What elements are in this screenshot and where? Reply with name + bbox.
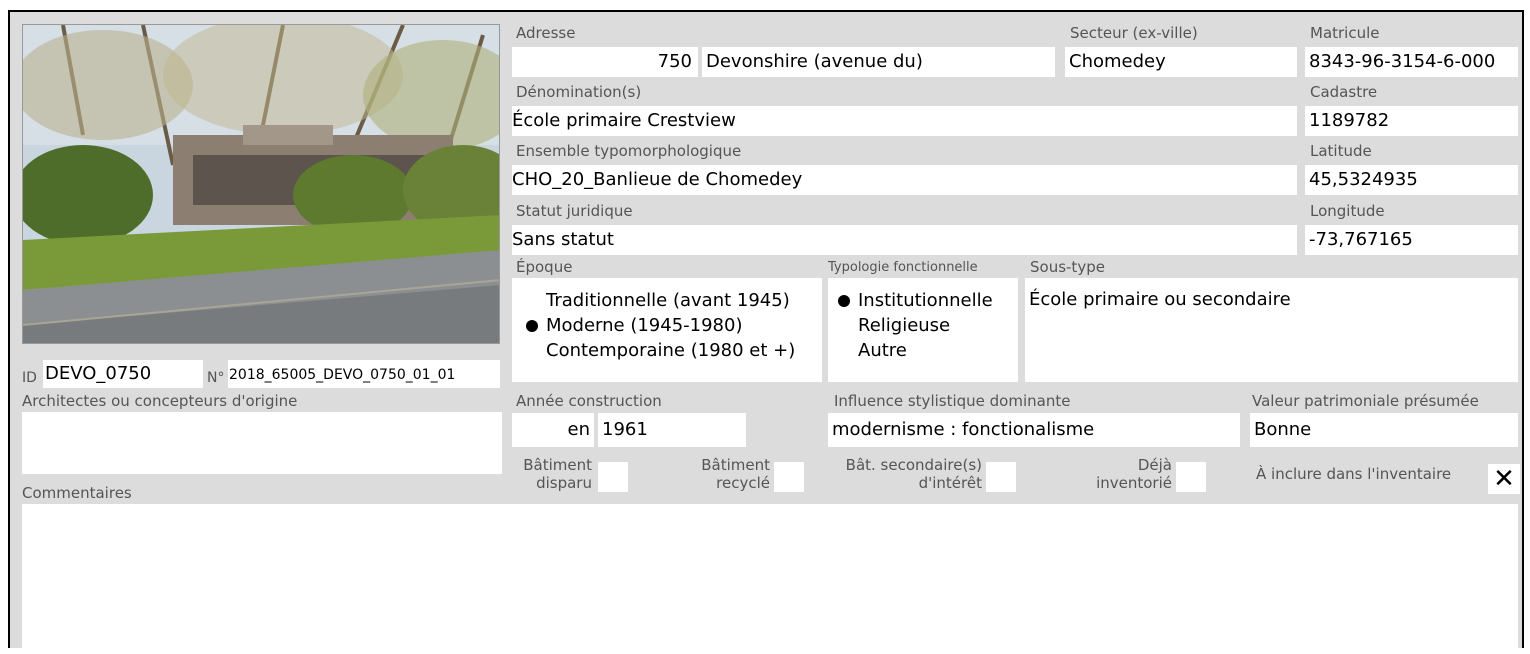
soustype-value: École primaire ou secondaire bbox=[1029, 289, 1291, 310]
epoque-option-traditionnelle[interactable]: Traditionnelle (avant 1945) bbox=[526, 288, 790, 313]
matricule-label: Matricule bbox=[1310, 24, 1380, 42]
numero-value: 2018_65005_DEVO_0750_01_01 bbox=[229, 367, 456, 383]
valeur-label: Valeur patrimoniale présumée bbox=[1252, 392, 1479, 410]
annee-field[interactable]: 1961 bbox=[598, 413, 746, 447]
typologie-field[interactable]: Institutionnelle Religieuse Autre bbox=[828, 278, 1018, 382]
influence-label: Influence stylistique dominante bbox=[834, 392, 1071, 410]
id-field[interactable]: DEVO_0750 bbox=[43, 360, 203, 388]
typologie-option-label: Religieuse bbox=[858, 315, 951, 336]
epoque-option-label: Contemporaine (1980 et +) bbox=[546, 340, 796, 361]
building-photo bbox=[22, 24, 500, 344]
architectes-field[interactable] bbox=[22, 412, 502, 474]
epoque-field[interactable]: Traditionnelle (avant 1945) Moderne (194… bbox=[512, 278, 822, 382]
influence-value: modernisme : fonctionalisme bbox=[832, 419, 1095, 440]
disparu-checkbox[interactable] bbox=[598, 462, 628, 492]
latitude-value: 45,5324935 bbox=[1309, 169, 1418, 190]
disparu-label-line2: disparu bbox=[536, 474, 592, 492]
soustype-label: Sous-type bbox=[1030, 258, 1105, 276]
annee-prefix-field: en bbox=[512, 413, 594, 447]
numero-field[interactable]: 2018_65005_DEVO_0750_01_01 bbox=[228, 360, 500, 388]
latitude-label: Latitude bbox=[1310, 142, 1372, 160]
typologie-option-religieuse[interactable]: Religieuse bbox=[838, 313, 950, 338]
epoque-option-contemporaine[interactable]: Contemporaine (1980 et +) bbox=[526, 338, 795, 363]
denomination-value: École primaire Crestview bbox=[512, 110, 736, 131]
adresse-label: Adresse bbox=[516, 24, 576, 42]
numero-label: N° bbox=[207, 370, 225, 386]
epoque-label: Époque bbox=[516, 258, 573, 276]
latitude-field[interactable]: 45,5324935 bbox=[1305, 165, 1518, 195]
check-x-icon: ✕ bbox=[1493, 464, 1515, 494]
cadastre-value: 1189782 bbox=[1309, 110, 1390, 131]
recycle-label-line1: Bâtiment bbox=[701, 456, 770, 474]
annee-value: 1961 bbox=[602, 419, 648, 440]
secondaire-label-line1: Bât. secondaire(s) bbox=[845, 456, 982, 474]
cadastre-field[interactable]: 1189782 bbox=[1305, 106, 1518, 136]
soustype-field[interactable]: École primaire ou secondaire bbox=[1025, 278, 1518, 382]
adresse-rue-field[interactable]: Devonshire (avenue du) bbox=[702, 47, 1055, 77]
typologie-option-institutionnelle[interactable]: Institutionnelle bbox=[838, 288, 993, 313]
epoque-option-moderne[interactable]: Moderne (1945-1980) bbox=[526, 313, 743, 338]
longitude-label: Longitude bbox=[1310, 202, 1385, 220]
annee-label: Année construction bbox=[516, 392, 662, 410]
disparu-label-line1: Bâtiment bbox=[523, 456, 592, 474]
commentaires-field[interactable] bbox=[22, 504, 1518, 654]
valeur-field[interactable]: Bonne bbox=[1250, 413, 1518, 447]
typologie-label: Typologie fonctionnelle bbox=[828, 260, 978, 275]
id-label: ID bbox=[22, 370, 37, 386]
inventorie-label-line2: inventorié bbox=[1096, 474, 1172, 492]
secondaire-label: Bât. secondaire(s) d'intérêt bbox=[822, 456, 982, 492]
recycle-label: Bâtiment recyclé bbox=[670, 456, 770, 492]
secteur-field[interactable]: Chomedey bbox=[1065, 47, 1297, 77]
ensemble-field[interactable]: CHO_20_Banlieue de Chomedey bbox=[512, 165, 1297, 195]
recycle-checkbox[interactable] bbox=[774, 462, 804, 492]
typologie-option-label: Institutionnelle bbox=[858, 290, 993, 311]
inventaire-label: À inclure dans l'inventaire bbox=[1256, 465, 1452, 483]
annee-prefix: en bbox=[567, 419, 590, 440]
fiche-patrimoniale: ID DEVO_0750 N° 2018_65005_DEVO_0750_01_… bbox=[8, 10, 1524, 654]
commentaires-label: Commentaires bbox=[22, 484, 132, 502]
epoque-option-label: Moderne (1945-1980) bbox=[546, 315, 743, 336]
building-photo-image bbox=[23, 25, 499, 343]
epoque-option-label: Traditionnelle (avant 1945) bbox=[546, 290, 790, 311]
adresse-numero: 750 bbox=[657, 51, 692, 72]
statut-field[interactable]: Sans statut bbox=[512, 225, 1297, 255]
id-value: DEVO_0750 bbox=[45, 363, 152, 384]
secteur-label: Secteur (ex-ville) bbox=[1070, 24, 1198, 42]
matricule-value: 8343-96-3154-6-000 bbox=[1309, 51, 1496, 72]
ensemble-label: Ensemble typomorphologique bbox=[516, 142, 742, 160]
statut-value: Sans statut bbox=[512, 229, 614, 250]
architectes-label: Architectes ou concepteurs d'origine bbox=[22, 392, 298, 410]
ensemble-value: CHO_20_Banlieue de Chomedey bbox=[512, 169, 803, 190]
adresse-rue: Devonshire (avenue du) bbox=[706, 51, 923, 72]
denomination-label: Dénomination(s) bbox=[516, 83, 642, 101]
radio-bullet-icon bbox=[838, 295, 850, 307]
recycle-label-line2: recyclé bbox=[716, 474, 770, 492]
inventaire-checkbox[interactable]: ✕ bbox=[1488, 464, 1520, 494]
adresse-numero-field[interactable]: 750 bbox=[512, 47, 698, 77]
inventorie-checkbox[interactable] bbox=[1176, 462, 1206, 492]
disparu-label: Bâtiment disparu bbox=[510, 456, 592, 492]
cadastre-label: Cadastre bbox=[1310, 83, 1378, 101]
denomination-field[interactable]: École primaire Crestview bbox=[512, 106, 1297, 136]
secondaire-checkbox[interactable] bbox=[986, 462, 1016, 492]
longitude-value: -73,767165 bbox=[1309, 229, 1413, 250]
matricule-field[interactable]: 8343-96-3154-6-000 bbox=[1305, 47, 1518, 77]
secondaire-label-line2: d'intérêt bbox=[918, 474, 982, 492]
inventorie-label: Déjà inventorié bbox=[1060, 456, 1172, 492]
influence-field[interactable]: modernisme : fonctionalisme bbox=[828, 413, 1240, 447]
radio-bullet-icon bbox=[526, 320, 538, 332]
typologie-option-label: Autre bbox=[858, 340, 907, 361]
longitude-field[interactable]: -73,767165 bbox=[1305, 225, 1518, 255]
inventorie-label-line1: Déjà bbox=[1137, 456, 1172, 474]
secteur-value: Chomedey bbox=[1069, 51, 1166, 72]
statut-label: Statut juridique bbox=[516, 202, 633, 220]
typologie-option-autre[interactable]: Autre bbox=[838, 338, 907, 363]
valeur-value: Bonne bbox=[1254, 419, 1312, 440]
